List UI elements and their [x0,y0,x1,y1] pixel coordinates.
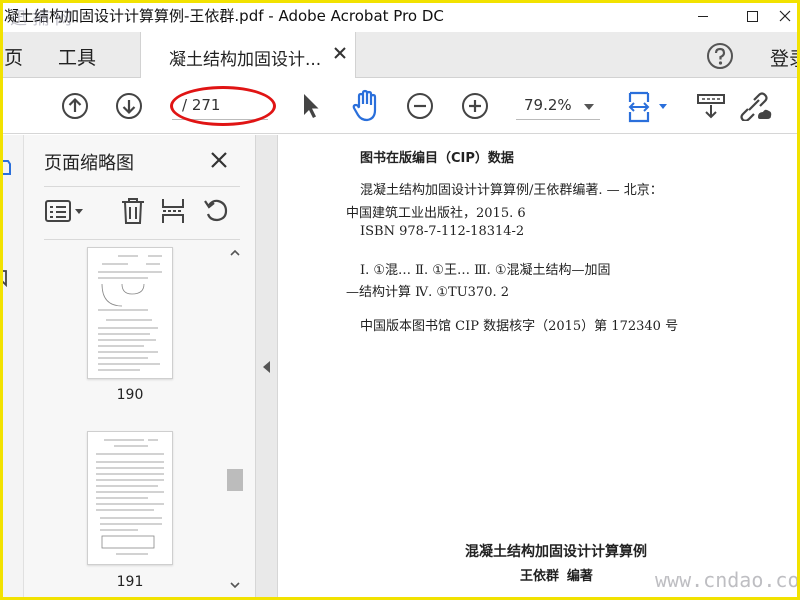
help-icon[interactable] [706,42,734,70]
select-cursor-icon[interactable] [300,92,322,120]
hand-tool-icon[interactable] [350,89,382,123]
scroll-down-icon[interactable] [229,579,241,591]
tab-tools[interactable]: 工具 [58,43,96,70]
scroll-mode-icon[interactable] [696,92,726,122]
cip-isbn: ISBN 978-7-112-18314-2 [360,224,525,239]
delete-pages-icon[interactable] [120,197,146,225]
page-thumbnail-preview [96,439,164,555]
page-thumbnail[interactable] [87,431,173,565]
thumbnail-options-icon[interactable] [44,199,88,223]
minimize-button[interactable] [680,0,726,32]
bookmark-icon[interactable] [0,269,10,287]
red-ellipse-annotation [170,86,276,126]
divider [44,186,240,187]
thumbnail-page-number: 190 [116,387,144,403]
document-tab-label: 凝土结构加固设计... [169,50,322,70]
close-window-button[interactable] [770,0,800,32]
share-link-icon[interactable] [738,91,772,121]
signin-link[interactable]: 登录 [770,44,800,71]
document-page: 图书在版编目（CIP）数据 混凝土结构加固设计计算算例/王依群编著. — 北京：… [278,135,800,600]
thumbnail-page-number: 191 [116,574,144,590]
navigation-pane-strip [0,135,24,600]
title-bar: 凝土结构加固设计计算算例-王依群.pdf - Adobe Acrobat Pro… [0,0,800,32]
thumbnail-panel: 页面缩略图 190 191 [24,135,256,600]
book-author: 王依群 编著 [520,569,593,584]
rotate-icon[interactable] [202,197,230,225]
page-thumbnail[interactable] [87,247,173,379]
maximize-button[interactable] [729,0,775,32]
thumbnail-scrollbar[interactable] [227,247,243,597]
cip-line: 中国建筑工业出版社，2015. 6 [346,206,526,221]
chevron-down-icon [584,104,594,110]
collapse-panel-button[interactable] [256,135,278,600]
cip-line: Ⅰ. ①混… Ⅱ. ①王… Ⅲ. ①混凝土结构—加固 [360,263,611,278]
close-tab-icon[interactable] [331,44,349,62]
cip-line: 中国版本图书馆 CIP 数据核字（2015）第 172340 号 [360,319,679,334]
page-thumbnails-icon[interactable] [0,159,12,177]
tab-bar: 页 工具 凝土结构加固设计... 登录 [0,32,800,78]
zoom-out-icon[interactable] [406,92,434,120]
divider [44,239,240,240]
close-icon [779,10,791,22]
previous-page-icon[interactable] [61,92,89,120]
cip-heading: 图书在版编目（CIP）数据 [360,151,514,166]
cip-line: —结构计算 Ⅳ. ①TU370. 2 [346,285,510,300]
page-thumbnail-preview [98,255,162,371]
scroll-up-icon[interactable] [229,247,241,259]
extract-pages-icon[interactable] [160,197,186,225]
scrollbar-thumb[interactable] [227,469,243,491]
panel-title: 页面缩略图 [44,153,134,174]
minimize-icon [698,15,708,17]
close-panel-icon[interactable] [208,149,230,171]
watermark-top: 迅 捕 网 [10,9,72,29]
watermark-bottom: www.cndao.com [655,568,800,592]
tab-home[interactable]: 页 [4,43,23,70]
chevron-left-icon [263,361,270,373]
zoom-in-icon[interactable] [461,92,489,120]
book-title: 混凝土结构加固设计计算算例 [465,544,647,560]
zoom-level-select[interactable]: 79.2% [516,92,600,120]
tab-document[interactable]: 凝土结构加固设计... [140,32,356,78]
cip-line: 混凝土结构加固设计计算算例/王依群编著. — 北京： [360,183,663,198]
fit-page-icon[interactable] [626,89,672,125]
zoom-value: 79.2% [524,96,572,114]
toolbar: / 271 79.2% [0,78,800,134]
next-page-icon[interactable] [115,92,143,120]
maximize-icon [746,10,758,22]
